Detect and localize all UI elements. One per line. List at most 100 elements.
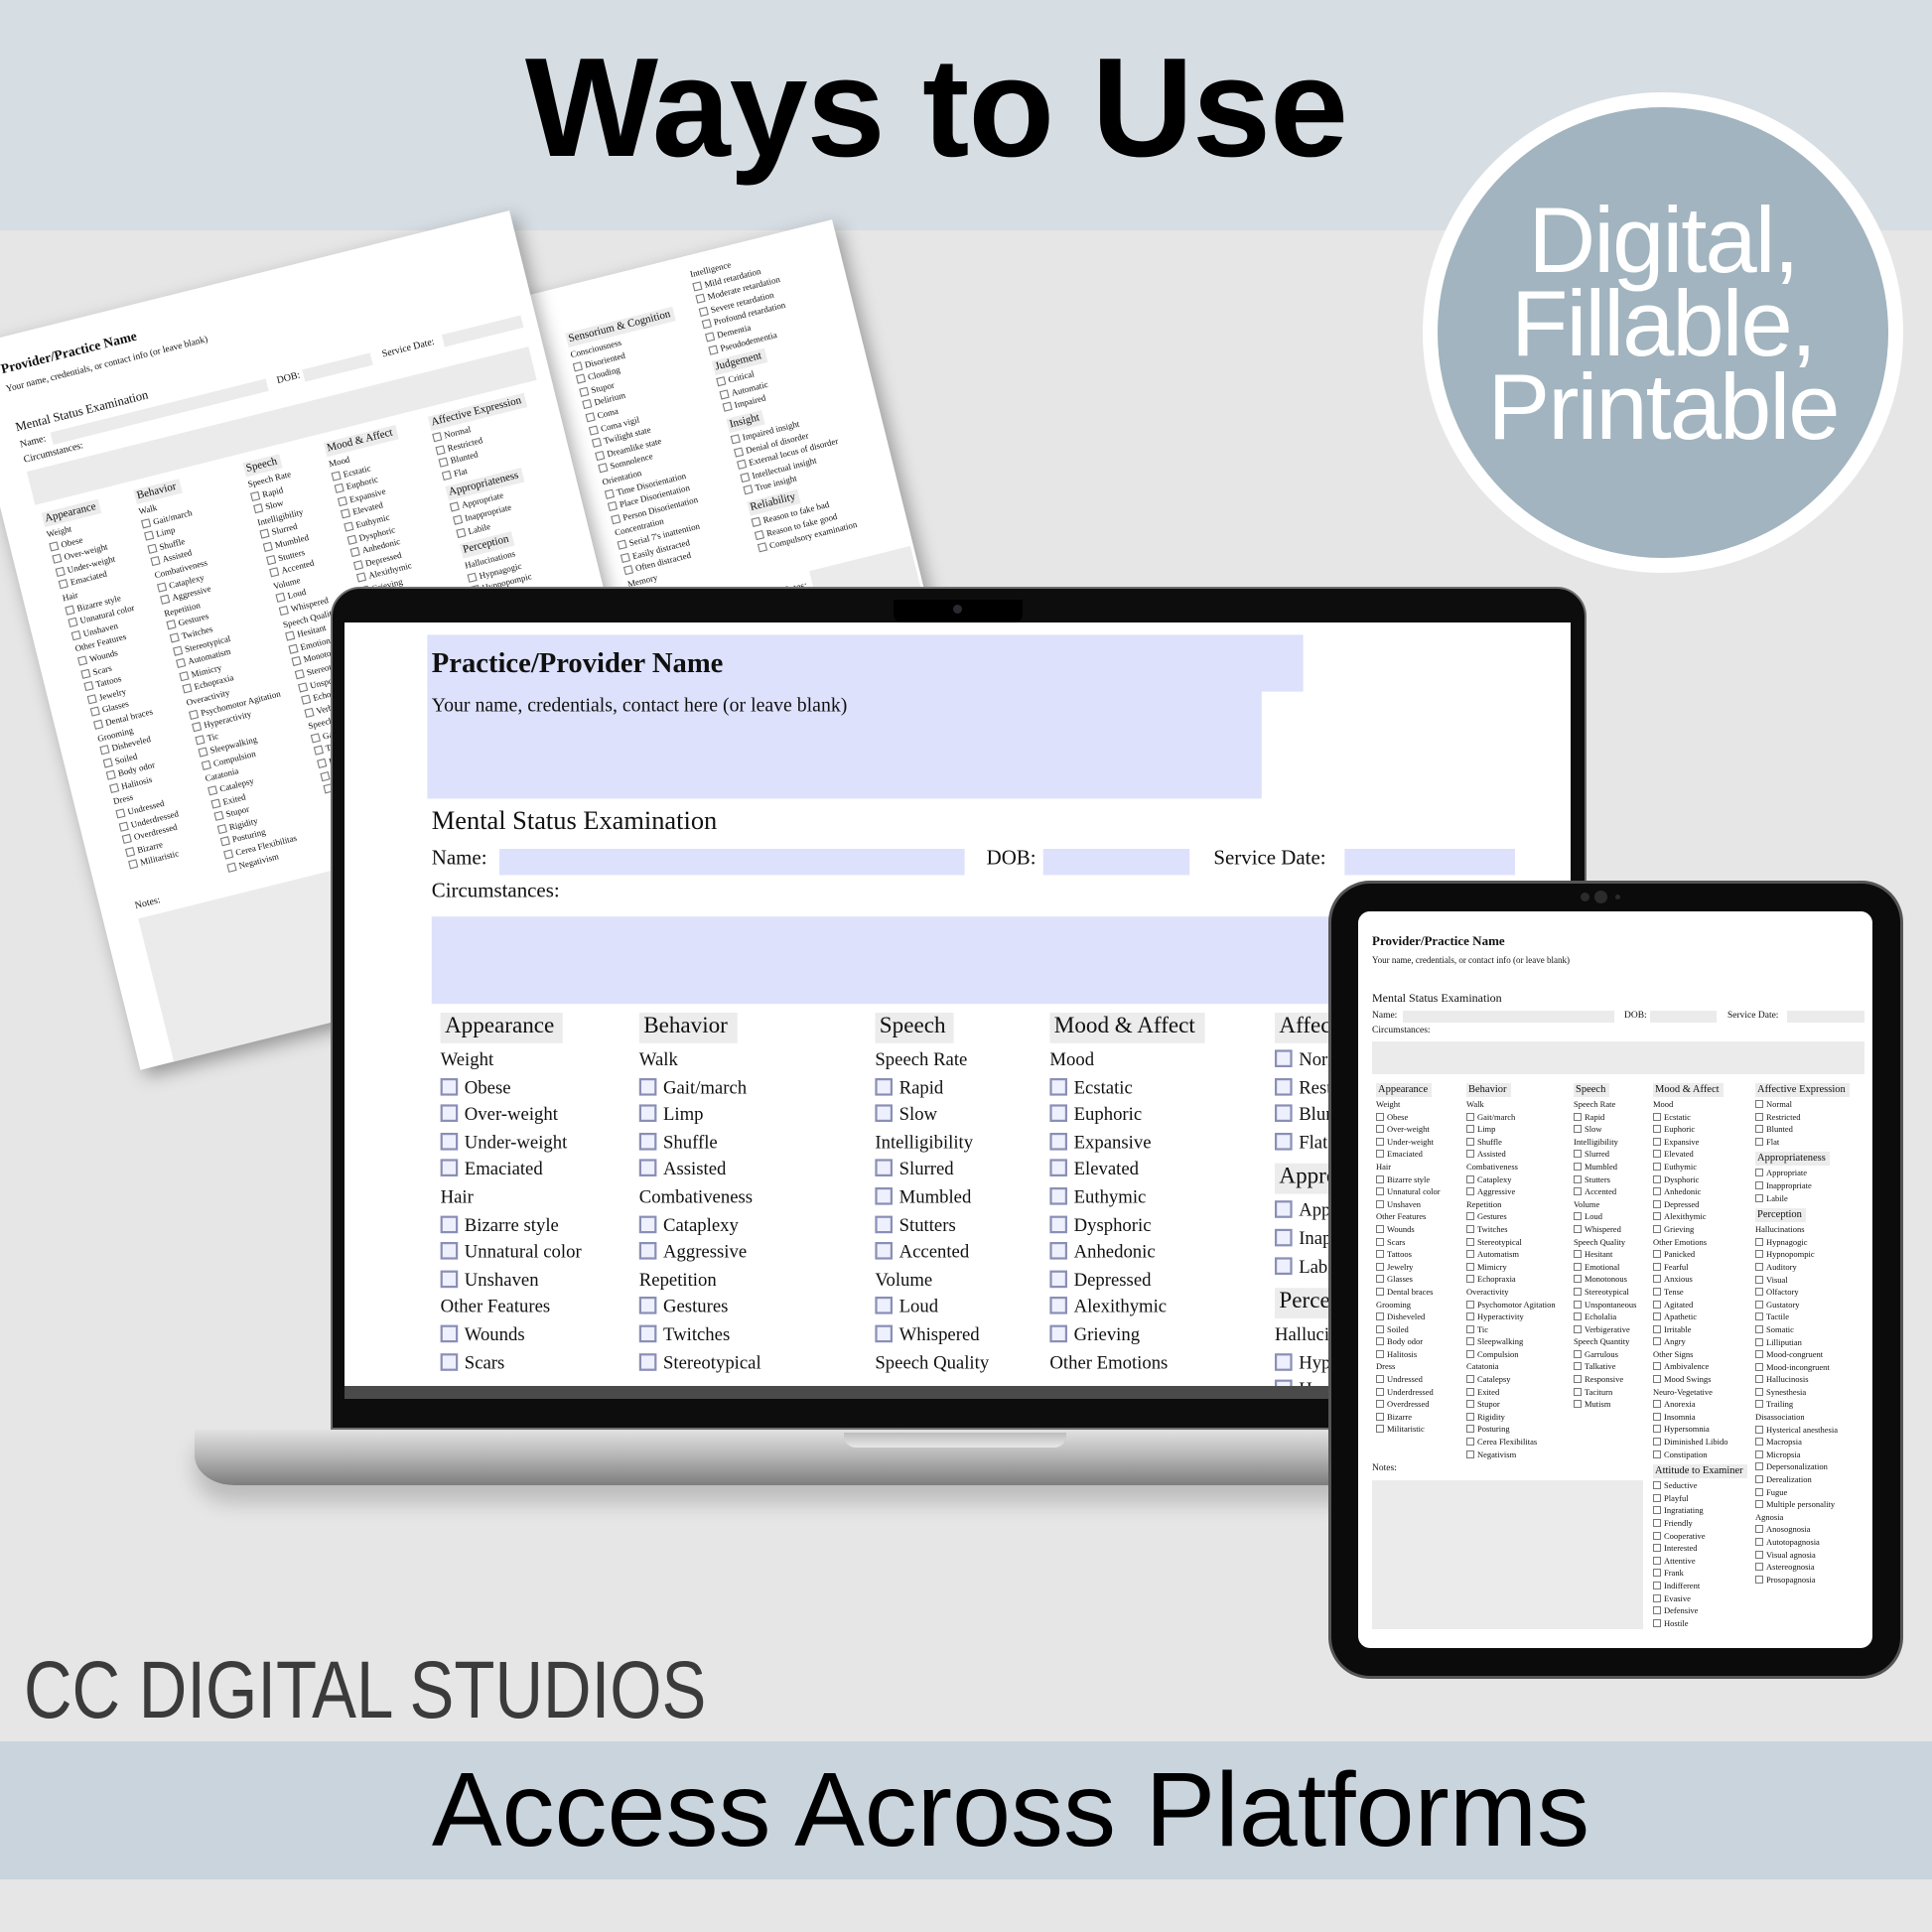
checkbox[interactable] xyxy=(1466,1250,1474,1259)
checkbox[interactable] xyxy=(875,1077,893,1095)
dob-input[interactable] xyxy=(1042,849,1190,876)
checkbox[interactable] xyxy=(1466,1275,1474,1284)
checkbox[interactable] xyxy=(716,376,727,387)
checkbox[interactable] xyxy=(317,758,328,769)
checkbox-item[interactable]: Hypnagogic xyxy=(1755,1236,1872,1249)
checkbox[interactable] xyxy=(1653,1199,1661,1208)
checkbox[interactable] xyxy=(1574,1125,1582,1134)
checkbox-item[interactable]: Fugue xyxy=(1755,1486,1872,1499)
checkbox[interactable] xyxy=(441,470,452,481)
checkbox[interactable] xyxy=(310,733,321,744)
checkbox[interactable] xyxy=(611,513,621,525)
checkbox[interactable] xyxy=(313,746,325,757)
checkbox[interactable] xyxy=(1755,1538,1763,1546)
checkbox[interactable] xyxy=(440,1242,459,1260)
checkbox[interactable] xyxy=(1466,1224,1474,1233)
checkbox-item[interactable]: Gustatory xyxy=(1755,1299,1872,1311)
checkbox[interactable] xyxy=(1755,1337,1763,1346)
checkbox-item[interactable]: Constipation xyxy=(1653,1449,1770,1461)
checkbox[interactable] xyxy=(1049,1132,1067,1151)
checkbox[interactable] xyxy=(249,490,261,501)
checkbox-item[interactable]: Mood-congruent xyxy=(1755,1348,1872,1361)
checkbox[interactable] xyxy=(182,683,193,694)
checkbox-item[interactable]: Euphoric xyxy=(1653,1123,1770,1136)
checkbox[interactable] xyxy=(440,1077,459,1095)
name-input[interactable] xyxy=(499,849,965,876)
checkbox[interactable] xyxy=(83,681,94,692)
checkbox[interactable] xyxy=(108,782,120,793)
checkbox[interactable] xyxy=(166,620,177,630)
checkbox[interactable] xyxy=(58,579,69,590)
checkbox[interactable] xyxy=(604,488,615,499)
service-date-input[interactable] xyxy=(1787,1011,1864,1023)
checkbox[interactable] xyxy=(575,373,587,384)
checkbox[interactable] xyxy=(176,657,187,669)
checkbox-item[interactable]: Derealization xyxy=(1755,1473,1872,1486)
checkbox[interactable] xyxy=(1376,1150,1384,1159)
checkbox[interactable] xyxy=(1049,1104,1067,1123)
checkbox-item[interactable]: Labile xyxy=(1755,1192,1872,1205)
checkbox[interactable] xyxy=(1653,1337,1661,1346)
checkbox[interactable] xyxy=(89,706,100,717)
checkbox-item[interactable]: Compulsion xyxy=(1466,1348,1584,1361)
checkbox-item[interactable]: Apathetic xyxy=(1653,1311,1770,1323)
checkbox[interactable] xyxy=(1466,1312,1474,1321)
checkbox[interactable] xyxy=(49,540,60,552)
checkbox-item[interactable]: Expansive xyxy=(1049,1128,1308,1156)
checkbox[interactable] xyxy=(278,605,289,617)
checkbox[interactable] xyxy=(722,401,733,413)
checkbox[interactable] xyxy=(1376,1287,1384,1296)
checkbox[interactable] xyxy=(1574,1262,1582,1271)
checkbox-item[interactable]: Interested xyxy=(1653,1542,1770,1555)
checkbox[interactable] xyxy=(1653,1506,1661,1515)
checkbox[interactable] xyxy=(1755,1312,1763,1321)
checkbox-item[interactable]: Catalepsy xyxy=(1466,1373,1584,1386)
checkbox[interactable] xyxy=(140,517,152,529)
checkbox[interactable] xyxy=(719,389,730,400)
checkbox[interactable] xyxy=(92,719,104,730)
checkbox[interactable] xyxy=(1376,1250,1384,1259)
checkbox[interactable] xyxy=(65,605,75,616)
checkbox-item[interactable]: Psychomotor Agitation xyxy=(1466,1299,1584,1311)
checkbox[interactable] xyxy=(1275,1104,1293,1123)
checkbox[interactable] xyxy=(638,1297,657,1315)
checkbox[interactable] xyxy=(1755,1250,1763,1259)
checkbox[interactable] xyxy=(207,785,218,796)
checkbox-item[interactable]: Gestures xyxy=(638,1293,897,1320)
checkbox[interactable] xyxy=(1376,1262,1384,1271)
checkbox[interactable] xyxy=(1466,1125,1474,1134)
checkbox-item[interactable]: Fearful xyxy=(1653,1261,1770,1274)
checkbox-item[interactable]: Auditory xyxy=(1755,1261,1872,1274)
checkbox-item[interactable]: Tic xyxy=(1466,1323,1584,1336)
checkbox[interactable] xyxy=(1755,1550,1763,1559)
checkbox-item[interactable]: Twitches xyxy=(1466,1223,1584,1236)
checkbox[interactable] xyxy=(352,559,364,571)
checkbox[interactable] xyxy=(438,457,449,468)
checkbox-item[interactable]: Gestures xyxy=(1466,1210,1584,1223)
service-date-input[interactable] xyxy=(1344,849,1515,876)
checkbox[interactable] xyxy=(150,556,161,567)
checkbox-item[interactable]: Astereognosia xyxy=(1755,1561,1872,1574)
checkbox[interactable] xyxy=(440,1160,459,1177)
checkbox[interactable] xyxy=(757,542,768,553)
checkbox[interactable] xyxy=(1653,1287,1661,1296)
checkbox[interactable] xyxy=(743,484,754,495)
checkbox[interactable] xyxy=(172,645,184,656)
checkbox-item[interactable]: Frank xyxy=(1653,1567,1770,1580)
checkbox[interactable] xyxy=(1275,1132,1293,1151)
checkbox[interactable] xyxy=(1275,1077,1293,1095)
checkbox-item[interactable]: Gait/march xyxy=(1466,1111,1584,1124)
checkbox[interactable] xyxy=(440,1132,459,1151)
checkbox[interactable] xyxy=(1574,1362,1582,1371)
checkbox[interactable] xyxy=(1755,1237,1763,1246)
checkbox-item[interactable]: Defensive xyxy=(1653,1604,1770,1617)
checkbox[interactable] xyxy=(1653,1544,1661,1553)
checkbox[interactable] xyxy=(1755,1362,1763,1371)
checkbox[interactable] xyxy=(740,472,751,483)
checkbox-item[interactable]: Ingratiating xyxy=(1653,1504,1770,1517)
checkbox[interactable] xyxy=(1755,1350,1763,1359)
checkbox[interactable] xyxy=(607,501,619,512)
checkbox-item[interactable]: Hypnopompic xyxy=(1755,1248,1872,1261)
checkbox-item[interactable]: Synesthesia xyxy=(1755,1386,1872,1399)
checkbox[interactable] xyxy=(875,1186,893,1205)
